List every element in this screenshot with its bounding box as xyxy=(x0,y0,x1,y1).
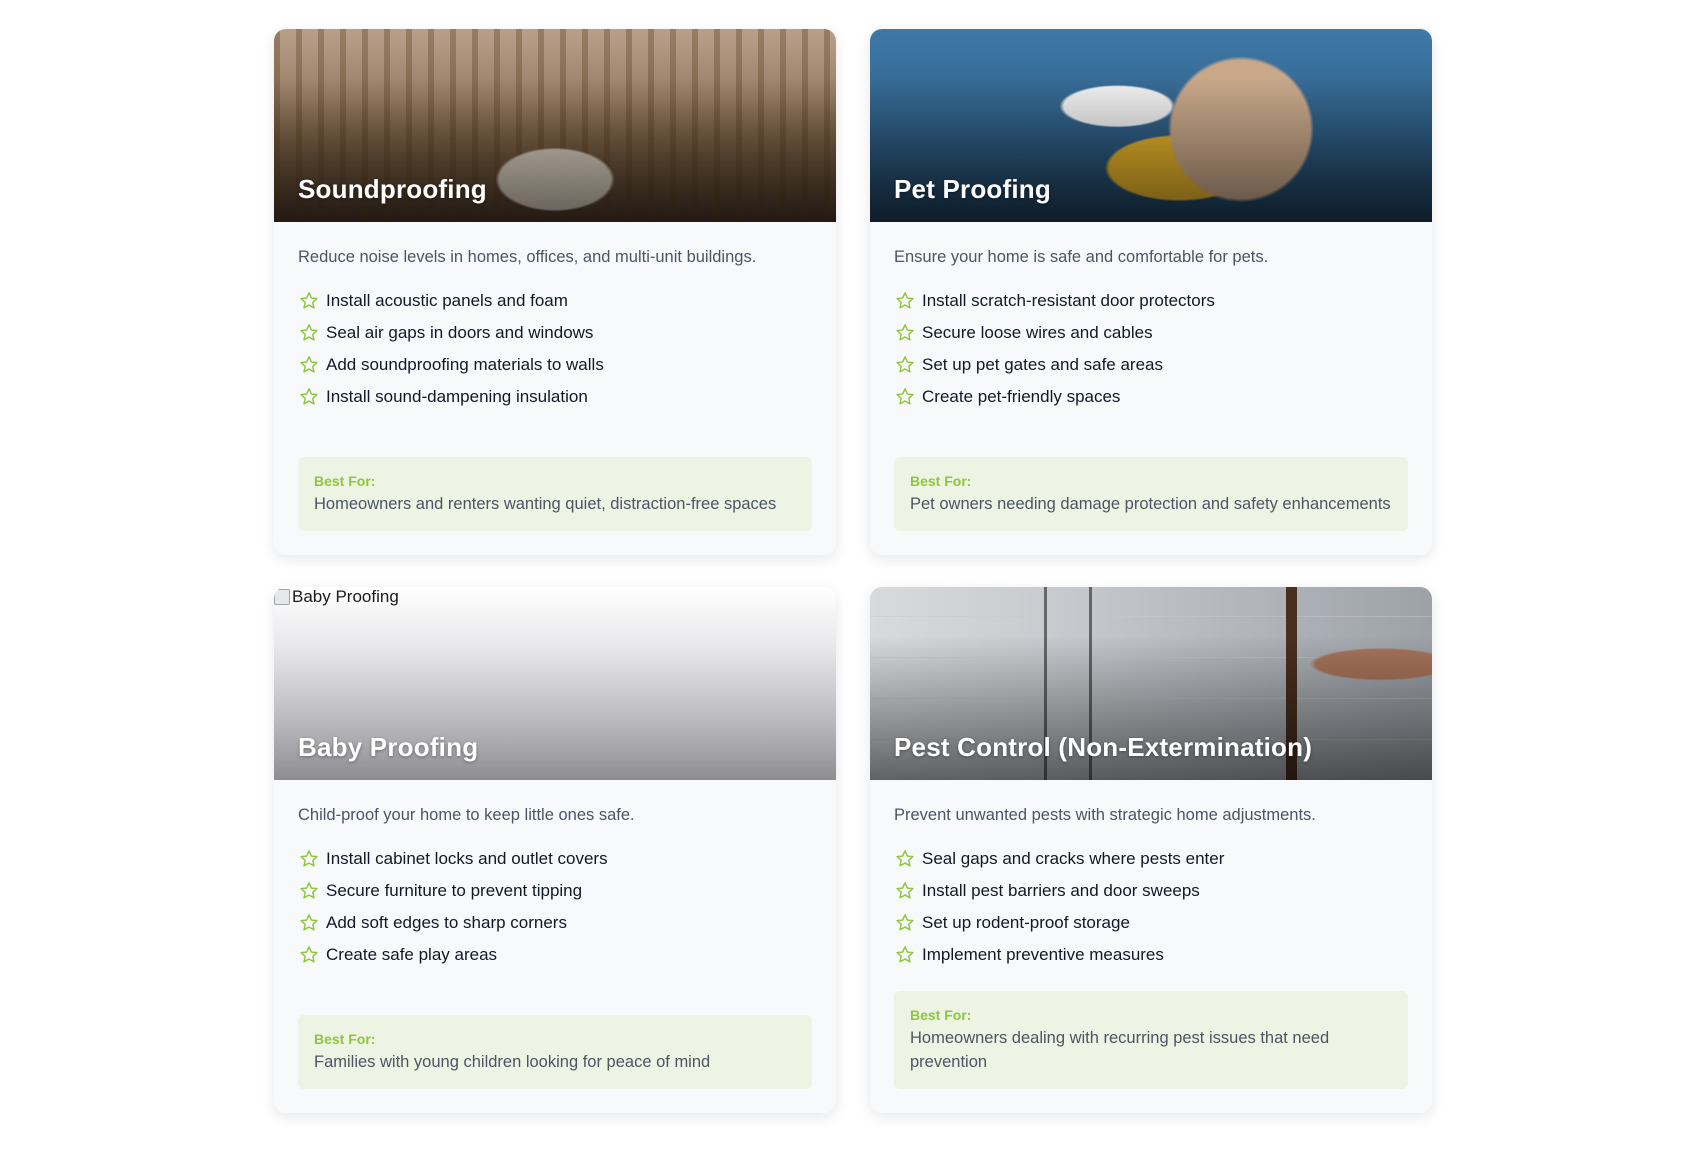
star-icon xyxy=(896,324,914,341)
card-hero: Baby Proofing Baby Proofing xyxy=(274,587,836,780)
feature-item: Install sound-dampening insulation xyxy=(298,381,812,413)
card-title: Soundproofing xyxy=(298,174,487,204)
star-icon xyxy=(300,388,318,405)
feature-item: Create safe play areas xyxy=(298,939,812,971)
card-description: Child-proof your home to keep little one… xyxy=(298,806,635,824)
best-for-label: Best For: xyxy=(314,1031,376,1047)
card-title: Pet Proofing xyxy=(894,174,1051,204)
feature-item: Seal gaps and cracks where pests enter xyxy=(894,843,1408,875)
feature-item: Secure furniture to prevent tipping xyxy=(298,875,812,907)
feature-item: Create pet-friendly spaces xyxy=(894,381,1408,413)
broken-image-icon xyxy=(274,589,290,605)
feature-item: Set up rodent-proof storage xyxy=(894,907,1408,939)
star-icon xyxy=(300,882,318,899)
star-icon xyxy=(896,292,914,309)
card-description: Prevent unwanted pests with strategic ho… xyxy=(894,806,1316,824)
star-icon xyxy=(896,882,914,899)
star-icon xyxy=(300,946,318,963)
best-for-text: Homeowners and renters wanting quiet, di… xyxy=(314,495,777,513)
feature-list: Install cabinet locks and outlet covers … xyxy=(298,843,812,971)
star-icon xyxy=(896,388,914,405)
star-icon xyxy=(300,356,318,373)
services-grid: Soundproofing Reduce noise levels in hom… xyxy=(274,29,1432,1113)
star-icon xyxy=(896,356,914,373)
best-for-text: Families with young children looking for… xyxy=(314,1053,711,1071)
feature-list: Install acoustic panels and foam Seal ai… xyxy=(298,285,812,413)
feature-item: Set up pet gates and safe areas xyxy=(894,349,1408,381)
best-for-box: Best For: Families with young children l… xyxy=(298,1015,812,1089)
feature-item: Install scratch-resistant door protector… xyxy=(894,285,1408,317)
service-card-baby-proofing[interactable]: Baby Proofing Baby Proofing Child-proof … xyxy=(274,587,836,1113)
service-card-pet-proofing[interactable]: Pet Proofing Ensure your home is safe an… xyxy=(870,29,1432,555)
card-title: Baby Proofing xyxy=(298,732,479,762)
best-for-box: Best For: Pet owners needing damage prot… xyxy=(894,457,1408,531)
feature-item: Add soundproofing materials to walls xyxy=(298,349,812,381)
best-for-box: Best For: Homeowners dealing with recurr… xyxy=(894,991,1408,1089)
best-for-label: Best For: xyxy=(910,473,972,489)
best-for-label: Best For: xyxy=(314,473,376,489)
best-for-label: Best For: xyxy=(910,1007,972,1023)
feature-item: Install acoustic panels and foam xyxy=(298,285,812,317)
card-description: Ensure your home is safe and comfortable… xyxy=(894,248,1269,266)
feature-item: Secure loose wires and cables xyxy=(894,317,1408,349)
feature-item: Install pest barriers and door sweeps xyxy=(894,875,1408,907)
image-alt-text: Baby Proofing xyxy=(274,587,399,607)
best-for-text: Pet owners needing damage protection and… xyxy=(910,495,1391,513)
feature-item: Add soft edges to sharp corners xyxy=(298,907,812,939)
feature-item: Install cabinet locks and outlet covers xyxy=(298,843,812,875)
service-card-pest-control[interactable]: Pest Control (Non-Extermination) Prevent… xyxy=(870,587,1432,1113)
star-icon xyxy=(896,914,914,931)
star-icon xyxy=(300,324,318,341)
feature-item: Implement preventive measures xyxy=(894,939,1408,971)
card-description: Reduce noise levels in homes, offices, a… xyxy=(298,248,757,266)
card-hero: Soundproofing xyxy=(274,29,836,222)
best-for-text: Homeowners dealing with recurring pest i… xyxy=(910,1029,1330,1071)
service-card-soundproofing[interactable]: Soundproofing Reduce noise levels in hom… xyxy=(274,29,836,555)
card-hero: Pet Proofing xyxy=(870,29,1432,222)
card-hero: Pest Control (Non-Extermination) xyxy=(870,587,1432,780)
star-icon xyxy=(300,850,318,867)
star-icon xyxy=(300,914,318,931)
feature-list: Seal gaps and cracks where pests enter I… xyxy=(894,843,1408,971)
star-icon xyxy=(896,850,914,867)
feature-list: Install scratch-resistant door protector… xyxy=(894,285,1408,413)
star-icon xyxy=(896,946,914,963)
best-for-box: Best For: Homeowners and renters wanting… xyxy=(298,457,812,531)
card-title: Pest Control (Non-Extermination) xyxy=(894,732,1313,762)
star-icon xyxy=(300,292,318,309)
feature-item: Seal air gaps in doors and windows xyxy=(298,317,812,349)
